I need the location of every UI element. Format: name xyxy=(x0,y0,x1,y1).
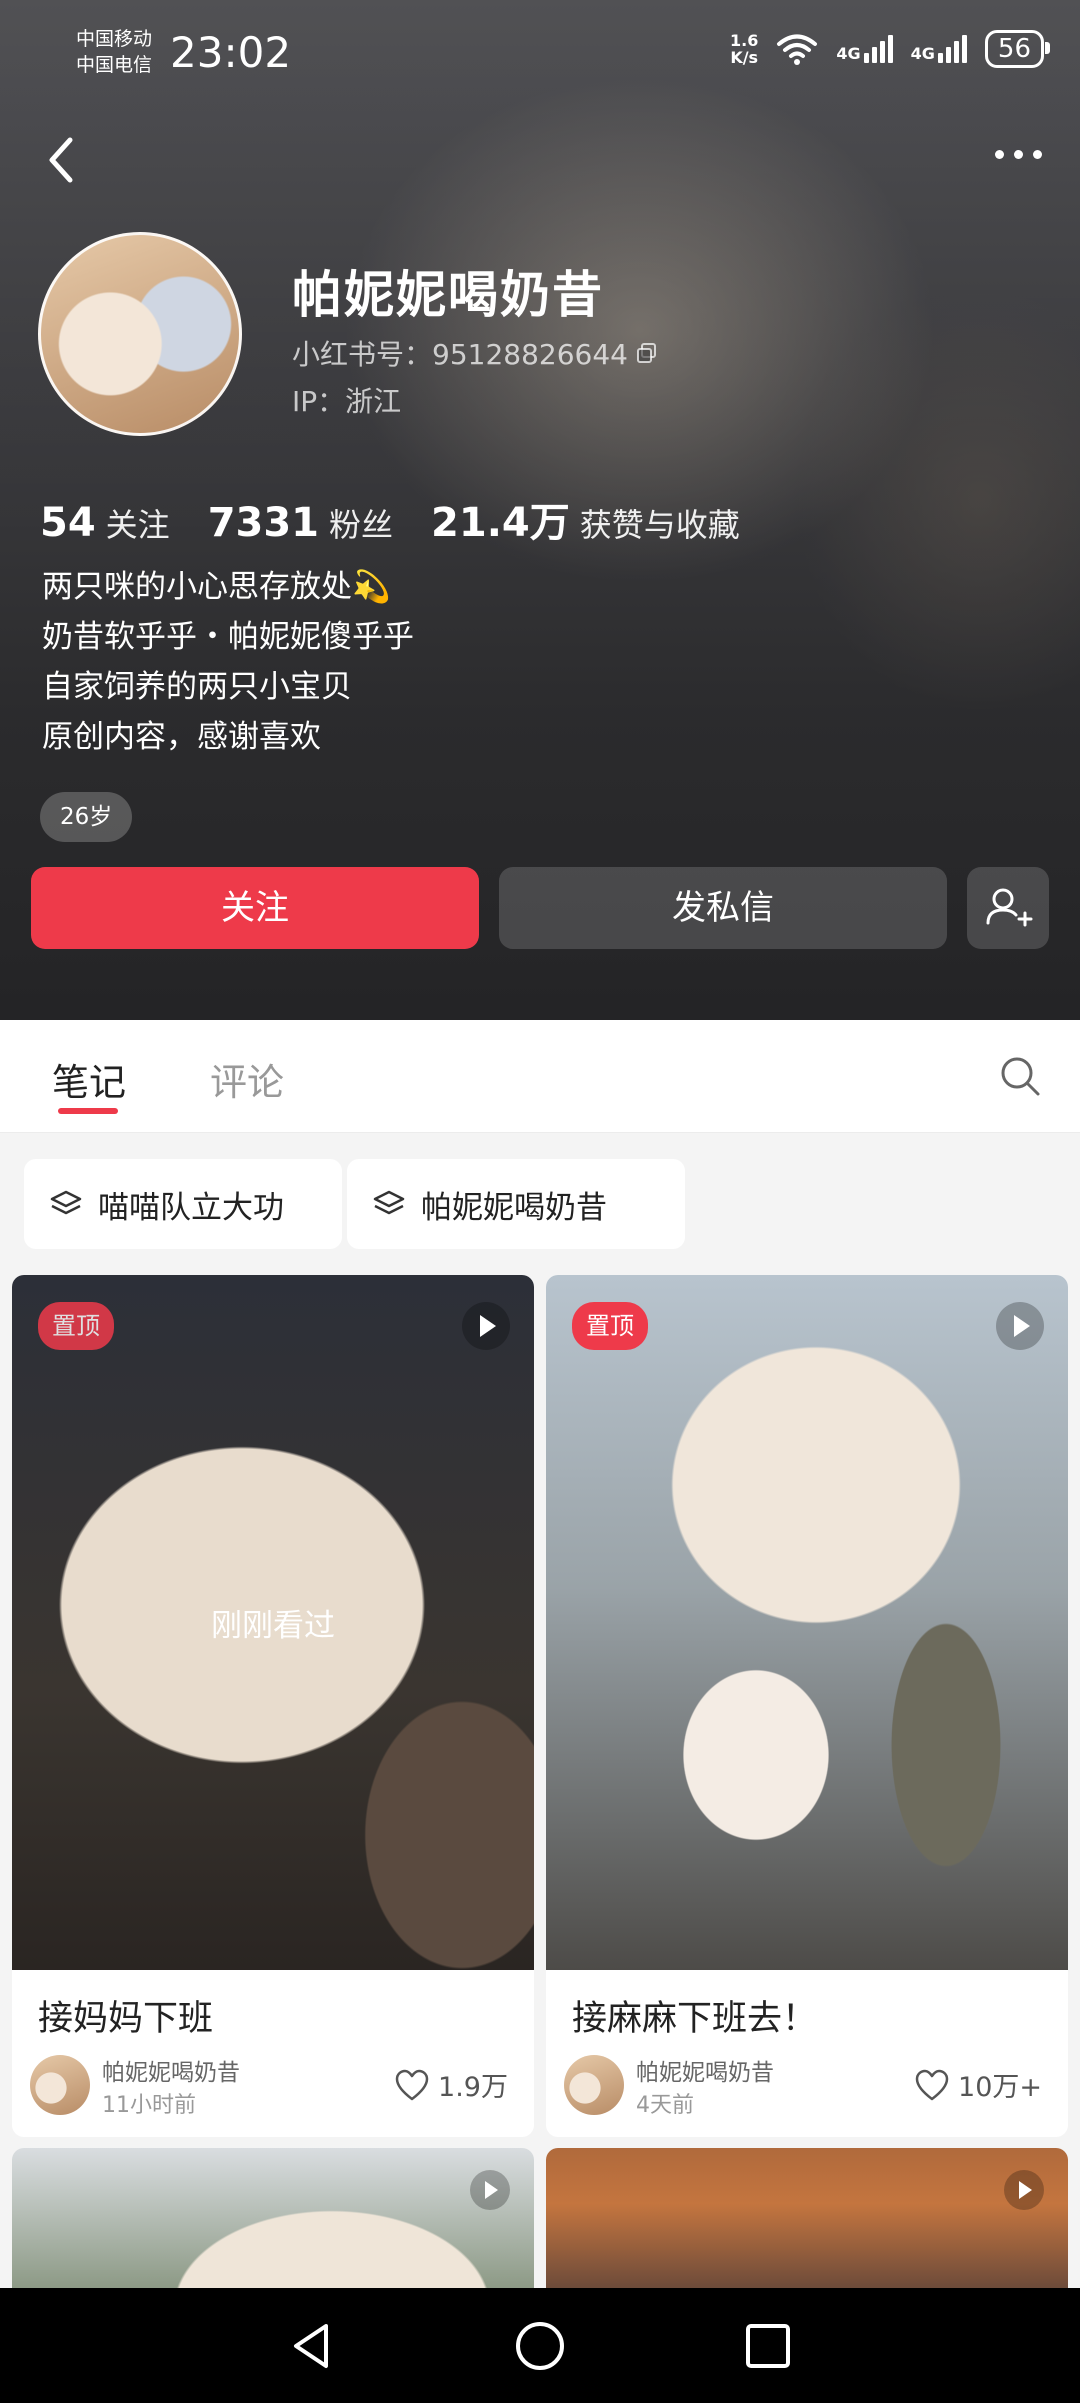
profile-bio: 两只咪的小心思存放处💫 奶昔软乎乎・帕妮妮傻乎乎 自家饲养的两只小宝贝 原创内容… xyxy=(42,562,414,762)
stat-followers-label: 粉丝 xyxy=(329,506,394,544)
nav-home-icon[interactable] xyxy=(510,2316,570,2376)
note-card-partial[interactable] xyxy=(12,2148,534,2288)
cell-signal-2: 4G xyxy=(911,35,967,63)
status-icons: 1.6 K/s 4G 4G 56 xyxy=(730,30,1051,68)
add-user-icon xyxy=(986,888,1033,927)
tab-notes[interactable]: 笔记 xyxy=(52,1052,126,1106)
note-title: 接麻麻下班去！ xyxy=(572,1999,818,2039)
cell-signal-1: 4G xyxy=(836,35,893,63)
stat-followers-count: 7331 xyxy=(207,500,320,546)
note-card[interactable]: 置顶 接麻麻下班去！ 帕妮妮喝奶昔 4天前 10万+ xyxy=(546,1275,1068,2137)
age-tag: 26岁 xyxy=(40,792,133,842)
heart-icon xyxy=(915,2069,949,2100)
carrier-1: 中国移动 xyxy=(76,28,153,50)
recently-viewed-label: 刚刚看过 xyxy=(211,1608,335,1644)
stat-following-label: 关注 xyxy=(105,506,170,544)
carrier-2: 中国电信 xyxy=(76,54,153,76)
net-speed-value: 1.6 xyxy=(730,31,759,50)
like-button[interactable]: 1.9万 xyxy=(394,2065,508,2104)
profile-avatar[interactable] xyxy=(38,232,242,436)
nav-recents-icon[interactable] xyxy=(738,2316,798,2376)
wifi-icon xyxy=(777,34,818,65)
note-card[interactable]: 置顶 刚刚看过 接妈妈下班 帕妮妮喝奶昔 11小时前 1.9万 xyxy=(12,1275,534,2137)
collection-chip[interactable]: 帕妮妮喝奶昔 xyxy=(347,1159,685,1249)
status-time: 23:02 xyxy=(170,28,292,77)
net-speed-unit: K/s xyxy=(730,48,759,67)
bio-line: 自家饲养的两只小宝贝 xyxy=(42,669,352,705)
note-time: 4天前 xyxy=(636,2093,694,2118)
note-cover-image[interactable] xyxy=(546,1275,1068,1970)
bio-line: 原创内容，感谢喜欢 xyxy=(42,719,321,755)
profile-stats: 54 关注 7331 粉丝 21.4万 获赞与收藏 xyxy=(40,490,778,548)
video-play-icon xyxy=(470,2170,510,2210)
like-button[interactable]: 10万+ xyxy=(914,2065,1042,2104)
battery-indicator: 56 xyxy=(984,30,1051,68)
collection-label: 帕妮妮喝奶昔 xyxy=(421,1189,607,1226)
signal-1-label: 4G xyxy=(836,44,861,63)
note-author: 帕妮妮喝奶昔 xyxy=(636,2060,774,2086)
note-title: 接妈妈下班 xyxy=(38,1999,214,2039)
add-friend-button[interactable] xyxy=(967,867,1049,949)
profile-id: 小红书号：95128826644 xyxy=(292,338,628,371)
heart-icon xyxy=(395,2069,429,2100)
stat-likes[interactable]: 21.4万 获赞与收藏 xyxy=(431,490,740,548)
stat-followers[interactable]: 7331 粉丝 xyxy=(208,500,393,546)
signal-bars-icon xyxy=(863,35,893,63)
search-icon[interactable] xyxy=(998,1054,1042,1098)
profile-header: 中国移动 中国电信 23:02 1.6 K/s 4G 4G 56 帕妮妮喝奶昔 … xyxy=(0,0,1080,1020)
collections-row: 喵喵队立大功 帕妮妮喝奶昔 xyxy=(0,1133,1080,1261)
note-author: 帕妮妮喝奶昔 xyxy=(102,2060,240,2086)
collection-label: 喵喵队立大功 xyxy=(98,1189,284,1226)
collection-chip[interactable]: 喵喵队立大功 xyxy=(24,1159,342,1249)
follow-button[interactable]: 关注 xyxy=(31,867,479,949)
system-nav-bar xyxy=(0,2288,1080,2403)
bio-line: 奶昔软乎乎・帕妮妮傻乎乎 xyxy=(42,619,414,655)
net-speed: 1.6 K/s xyxy=(730,32,758,66)
nav-back-icon[interactable] xyxy=(282,2316,342,2376)
layers-icon xyxy=(50,1190,82,1215)
signal-2-label: 4G xyxy=(910,44,935,63)
pinned-badge: 置顶 xyxy=(572,1302,648,1350)
pinned-badge: 置顶 xyxy=(38,1302,114,1350)
note-time: 11小时前 xyxy=(102,2093,196,2118)
content-tabs: 笔记 评论 xyxy=(0,1020,1080,1133)
stat-following-count: 54 xyxy=(40,500,96,546)
video-play-icon xyxy=(996,1302,1044,1350)
tab-comments[interactable]: 评论 xyxy=(210,1052,284,1106)
profile-id-row: 小红书号：95128826644 xyxy=(292,333,658,373)
profile-name: 帕妮妮喝奶昔 xyxy=(292,266,604,324)
stat-likes-label: 获赞与收藏 xyxy=(579,506,740,544)
more-options-icon[interactable] xyxy=(995,150,1042,159)
note-card-partial[interactable] xyxy=(546,2148,1068,2288)
video-play-icon xyxy=(462,1302,510,1350)
stat-following[interactable]: 54 关注 xyxy=(40,500,170,546)
like-count: 1.9万 xyxy=(438,2072,508,2103)
carrier-info: 中国移动 中国电信 xyxy=(76,26,152,78)
author-avatar xyxy=(30,2055,90,2115)
back-arrow-icon[interactable] xyxy=(36,130,86,190)
video-play-icon xyxy=(1004,2170,1044,2210)
layers-icon xyxy=(373,1190,405,1215)
profile-ip: IP：浙江 xyxy=(292,385,402,418)
author-avatar xyxy=(564,2055,624,2115)
signal-bars-icon xyxy=(937,35,967,63)
bio-line: 两只咪的小心思存放处💫 xyxy=(42,569,391,605)
copy-icon[interactable] xyxy=(636,342,658,364)
message-button[interactable]: 发私信 xyxy=(499,867,947,949)
active-tab-indicator xyxy=(58,1108,118,1114)
like-count: 10万+ xyxy=(958,2072,1042,2103)
stat-likes-count: 21.4万 xyxy=(431,500,570,546)
